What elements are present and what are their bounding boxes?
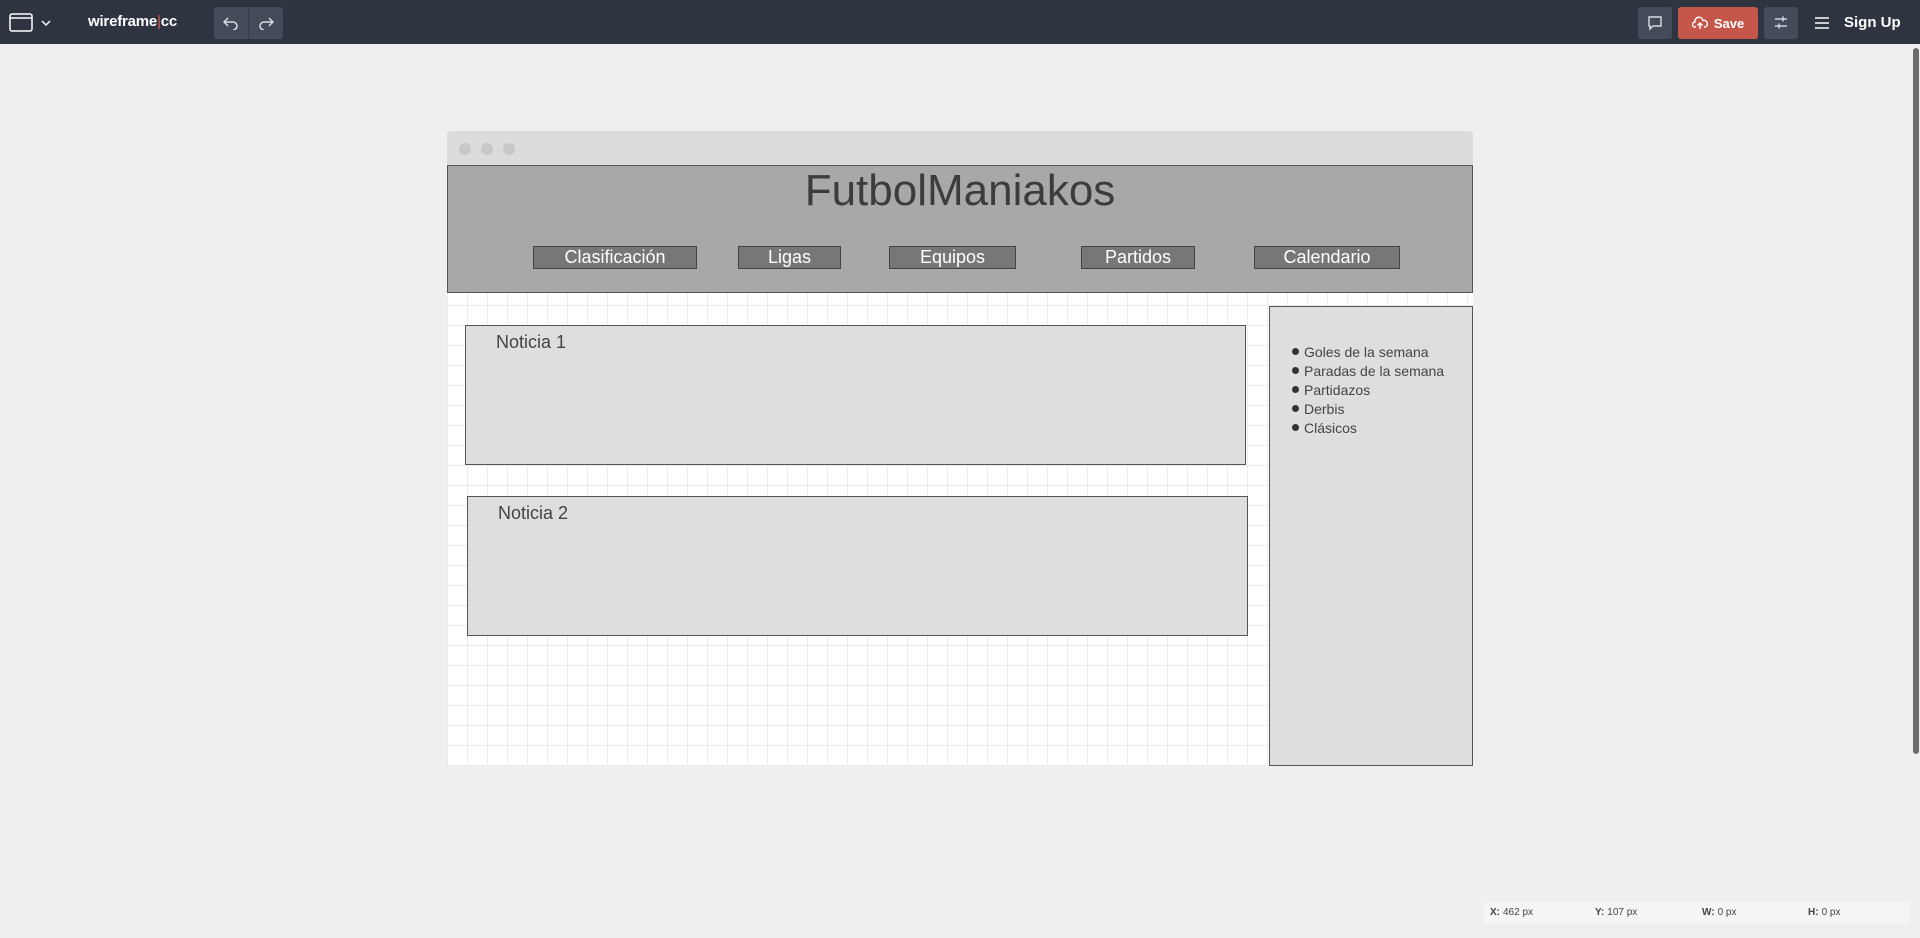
window-dot — [481, 143, 493, 155]
comment-icon — [1648, 16, 1662, 31]
undo-redo-group — [214, 7, 283, 39]
undo-button[interactable] — [214, 7, 248, 39]
status-x: X: 462 px — [1490, 907, 1533, 918]
sidebar-list-item: Derbis — [1292, 400, 1444, 419]
save-label: Save — [1713, 15, 1745, 31]
window-dot — [459, 143, 471, 155]
sliders-icon — [1775, 16, 1787, 29]
status-w: W: 0 px — [1702, 907, 1737, 918]
status-x-value: 462 px — [1503, 907, 1534, 918]
site-header[interactable]: FutbolManiakos Clasificación Ligas Equip… — [447, 165, 1473, 293]
vertical-scrollbar[interactable] — [1913, 48, 1919, 754]
news-title[interactable]: Noticia 2 — [498, 503, 568, 524]
news-card-1[interactable]: Noticia 1 — [465, 325, 1246, 465]
status-y-value: 107 px — [1607, 907, 1638, 918]
bullet-icon — [1292, 405, 1299, 412]
selection-status-bar: X: 462 px Y: 107 px W: 0 px H: 0 px — [1484, 902, 1910, 924]
nav-button-equipos[interactable]: Equipos — [889, 246, 1016, 269]
sidebar-list[interactable]: Goles de la semana Paradas de la semana … — [1292, 343, 1444, 438]
browser-window-mockup[interactable]: FutbolManiakos Clasificación Ligas Equip… — [447, 131, 1473, 766]
redo-button[interactable] — [248, 7, 282, 39]
sidebar-panel[interactable]: Goles de la semana Paradas de la semana … — [1269, 306, 1473, 766]
settings-button[interactable] — [1764, 7, 1798, 39]
browser-frame-icon[interactable] — [9, 13, 33, 32]
bullet-icon — [1292, 367, 1299, 374]
sign-up-link[interactable]: Sign Up — [1844, 14, 1901, 31]
sidebar-item-label: Paradas de la semana — [1304, 363, 1445, 379]
bullet-icon — [1292, 424, 1299, 431]
save-button[interactable]: Save — [1678, 7, 1758, 39]
sidebar-list-item: Clásicos — [1292, 419, 1444, 438]
brand-name: wireframe — [88, 13, 158, 30]
brand-suffix: cc — [160, 13, 178, 30]
status-w-label: W: — [1702, 907, 1715, 918]
window-dot — [503, 143, 515, 155]
status-h-label: H: — [1808, 907, 1819, 918]
sidebar-item-label: Derbis — [1304, 401, 1345, 417]
sidebar-list-item: Partidazos — [1292, 381, 1444, 400]
sidebar-item-label: Clásicos — [1304, 420, 1357, 436]
comment-button[interactable] — [1638, 7, 1672, 39]
site-title[interactable]: FutbolManiakos — [448, 166, 1472, 216]
top-toolbar: wireframe|cc Save Sign Up — [0, 0, 1920, 44]
nav-button-calendario[interactable]: Calendario — [1254, 246, 1400, 269]
nav-button-partidos[interactable]: Partidos — [1081, 246, 1195, 269]
sidebar-list-item: Goles de la semana — [1292, 343, 1444, 362]
bullet-icon — [1292, 348, 1299, 355]
redo-icon — [258, 17, 274, 30]
app-logo: wireframe|cc — [88, 13, 177, 30]
status-h-value: 0 px — [1821, 907, 1841, 918]
status-y: Y: 107 px — [1595, 907, 1637, 918]
nav-button-ligas[interactable]: Ligas — [738, 246, 841, 269]
status-h: H: 0 px — [1808, 907, 1840, 918]
status-w-value: 0 px — [1717, 907, 1737, 918]
sidebar-item-label: Partidazos — [1304, 382, 1371, 398]
undo-icon — [223, 17, 238, 30]
browser-title-bar — [447, 131, 1473, 165]
bullet-icon — [1292, 386, 1299, 393]
status-x-label: X: — [1490, 907, 1500, 918]
status-y-label: Y: — [1595, 907, 1605, 918]
sidebar-list-item: Paradas de la semana — [1292, 362, 1444, 381]
chevron-down-icon[interactable] — [40, 16, 52, 28]
news-card-2[interactable]: Noticia 2 — [467, 496, 1248, 636]
nav-button-clasificacion[interactable]: Clasificación — [533, 246, 697, 269]
news-title[interactable]: Noticia 1 — [496, 332, 566, 353]
sidebar-item-label: Goles de la semana — [1304, 344, 1429, 360]
canvas-grid[interactable]: FutbolManiakos Clasificación Ligas Equip… — [447, 165, 1473, 766]
cloud-upload-icon — [1691, 16, 1708, 29]
hamburger-menu-icon[interactable] — [1812, 14, 1832, 32]
